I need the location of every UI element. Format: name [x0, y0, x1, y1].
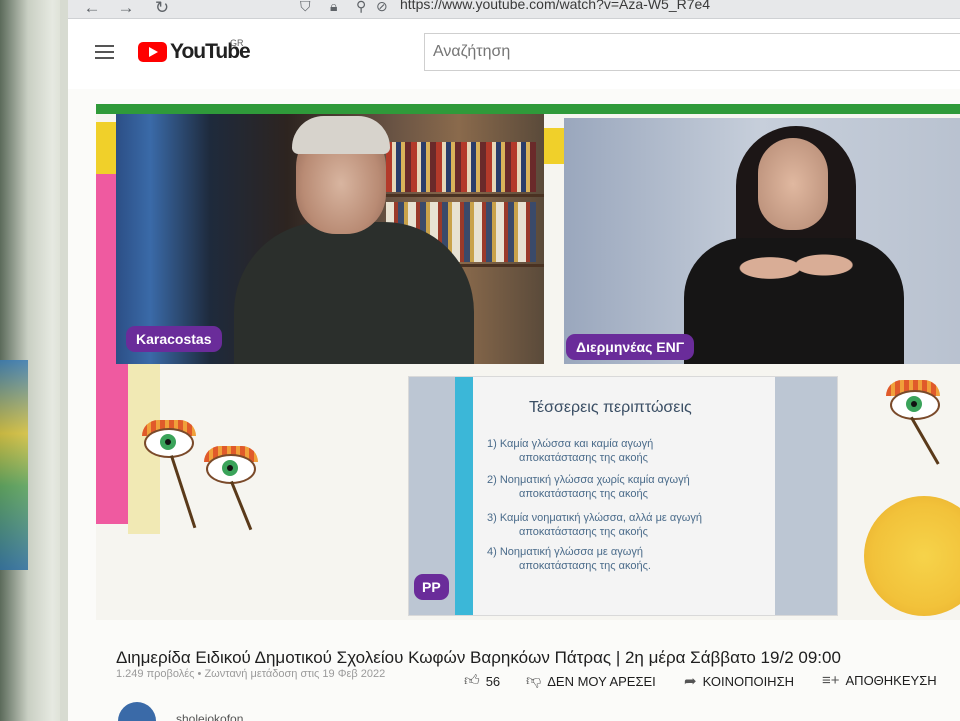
slide-item-text: 2) Νοηματική γλώσσα χωρίς καμία αγωγή — [487, 474, 690, 486]
dislike-label: ΔΕΝ ΜΟΥ ΑΡΕΣΕΙ — [547, 673, 656, 689]
forward-icon[interactable]: → — [116, 0, 136, 18]
back-icon[interactable]: ← — [82, 0, 102, 18]
decor-stem — [230, 480, 253, 531]
save-button[interactable]: ≡+ ΑΠΟΘΗΚΕΥΣΗ — [822, 672, 937, 689]
share-label: ΚΟΙΝΟΠΟΙΗΣΗ — [702, 673, 794, 689]
channel-avatar[interactable] — [118, 702, 156, 721]
video-meta: 1.249 προβολές • Ζωντανή μετάδοση στις 1… — [116, 668, 386, 680]
slide-list-item: 3) Καμία νοηματική γλώσσα, αλλά με αγωγή… — [487, 511, 757, 539]
youtube-header: YouTube GR — [68, 19, 960, 89]
permissions-icon[interactable]: ⚲ — [356, 0, 366, 15]
eye-illustration-icon — [144, 428, 194, 458]
slide-list-item: 2) Νοηματική γλώσσα χωρίς καμία αγωγή απ… — [487, 473, 757, 501]
monitor-screen: ← → ↻ ⛉ 🔒︎ ⚲ ⊘ https://www.youtube.com/w… — [68, 0, 960, 721]
reload-icon[interactable]: ↻ — [152, 0, 172, 18]
presentation-slide: Τέσσερεις περιπτώσεις 1) Καμία γλώσσα κα… — [408, 376, 838, 616]
slide-item-text: αποκατάστασης της ακοής. — [519, 560, 651, 572]
camera-blocked-icon[interactable]: ⊘ — [376, 0, 388, 15]
slide-list-item: 4) Νοηματική γλώσσα με αγωγή αποκατάστασ… — [487, 545, 757, 573]
slide-badge: PP — [414, 574, 449, 600]
shield-icon[interactable]: ⛉ — [300, 0, 311, 15]
dislike-button[interactable]: 👎︎ ΔΕΝ ΜΟΥ ΑΡΕΣΕΙ — [526, 672, 656, 690]
speaker-hair — [292, 116, 390, 154]
thumbs-down-icon: 👎︎ — [526, 672, 542, 689]
slide-item-text: αποκατάστασης της ακοής — [519, 488, 648, 500]
decor-block — [544, 128, 564, 164]
speaker-name-label: Karacostas — [126, 326, 222, 352]
slide-item-text: 3) Καμία νοηματική γλώσσα, αλλά με αγωγή — [487, 512, 702, 524]
youtube-play-icon — [138, 42, 167, 62]
decor-stem — [170, 455, 197, 529]
video-title: Διημερίδα Ειδικού Δημοτικού Σχολείου Κωφ… — [116, 648, 841, 667]
decor-stem — [910, 416, 940, 465]
interpreter-name-label: Διερμηνέας ΕΝΓ — [566, 334, 695, 360]
search-box — [424, 33, 960, 71]
thumbs-up-icon: 👍︎ — [464, 672, 480, 689]
like-count: 56 — [485, 673, 501, 689]
slide-item-text: 1) Καμία γλώσσα και καμία αγωγή — [487, 438, 654, 450]
slide-title: Τέσσερεις περιπτώσεις — [529, 399, 692, 416]
signing-hands — [734, 238, 854, 298]
wall-poster — [0, 360, 28, 570]
shelf-board — [376, 194, 544, 197]
address-bar[interactable]: https://www.youtube.com/watch?v=Aza-W5_R… — [400, 0, 710, 12]
interpreter-face — [758, 138, 828, 230]
save-label: ΑΠΟΘΗΚΕΥΣΗ — [845, 673, 937, 688]
bookshelf-image — [386, 142, 536, 192]
slide-side-bar — [775, 377, 837, 615]
search-input[interactable] — [425, 34, 960, 70]
playlist-add-icon: ≡+ — [822, 672, 840, 689]
slide-list-item: 1) Καμία γλώσσα και καμία αγωγή αποκατάσ… — [487, 437, 757, 465]
slide-accent-bar — [455, 377, 473, 615]
speaker-figure — [234, 222, 474, 364]
decor-circle — [864, 496, 960, 616]
interpreter-video-right — [564, 118, 960, 364]
country-code: GR — [230, 38, 244, 48]
like-button[interactable]: 👍︎ 56 — [464, 672, 500, 690]
eye-illustration-icon — [890, 390, 940, 420]
share-button[interactable]: ➦ ΚΟΙΝΟΠΟΙΗΣΗ — [684, 672, 794, 690]
channel-name[interactable]: sholeiokofon — [176, 712, 243, 721]
decor-block — [96, 122, 116, 174]
share-icon: ➦ — [684, 673, 697, 690]
hamburger-menu-icon[interactable] — [95, 45, 114, 59]
lock-icon[interactable]: 🔒︎ — [330, 0, 337, 15]
frame-stripe — [96, 104, 960, 114]
video-player[interactable]: Karacostas Διερμηνέας ΕΝΓ Τέσσερεις περι… — [96, 104, 960, 620]
browser-toolbar: ← → ↻ ⛉ 🔒︎ ⚲ ⊘ https://www.youtube.com/w… — [68, 0, 960, 19]
slide-item-text: αποκατάστασης της ακοής — [519, 452, 648, 464]
slide-item-text: 4) Νοηματική γλώσσα με αγωγή — [487, 546, 643, 558]
slide-item-text: αποκατάστασης της ακοής — [519, 526, 648, 538]
eye-illustration-icon — [206, 454, 256, 484]
